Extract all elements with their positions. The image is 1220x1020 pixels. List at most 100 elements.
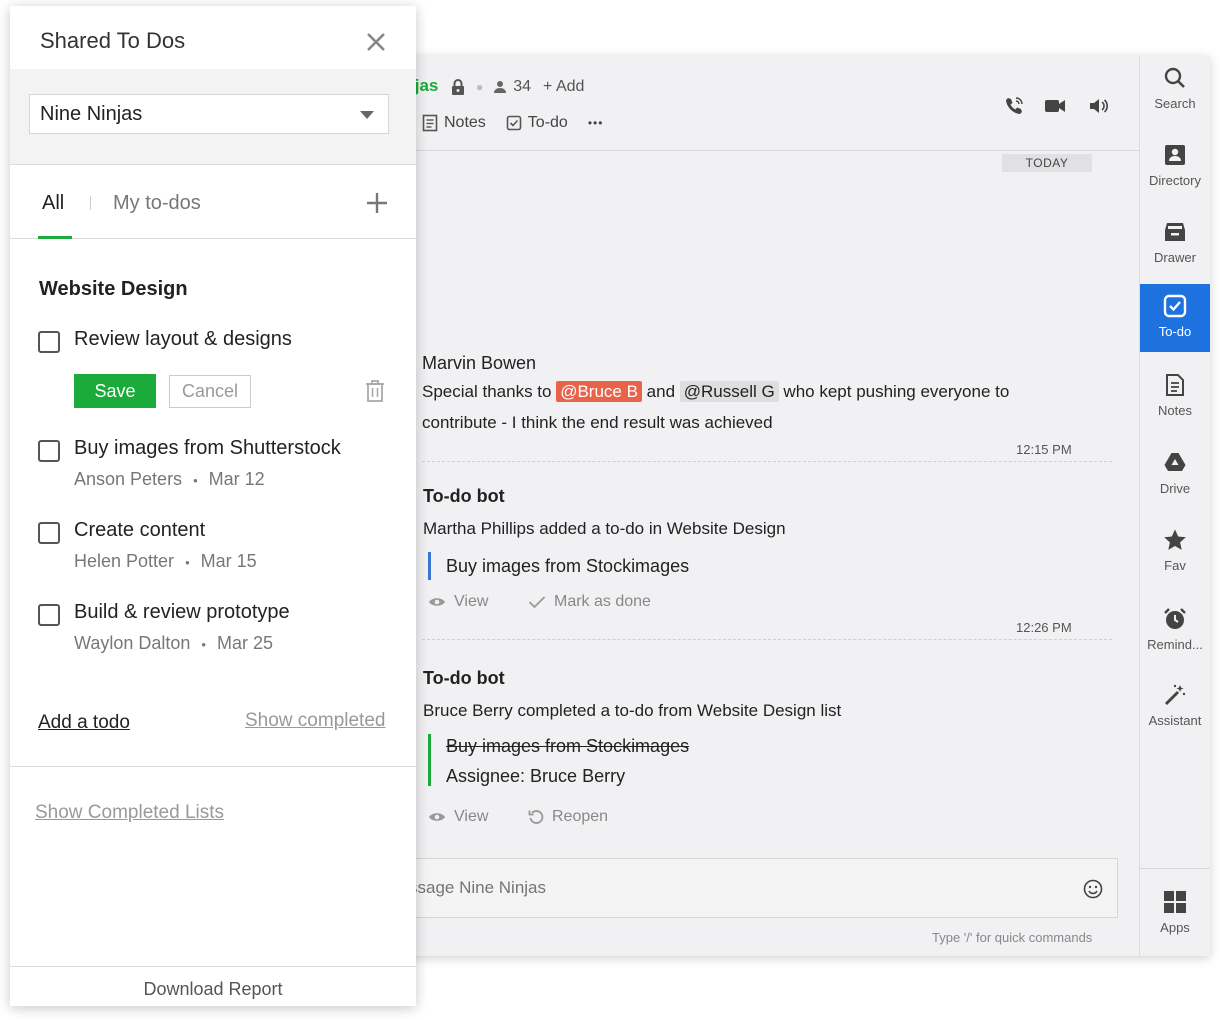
add-member-button[interactable]: + Add: [543, 78, 584, 96]
mention-bruce[interactable]: @Bruce B: [556, 381, 642, 402]
rail-divider: [1140, 868, 1210, 869]
header-divider: [300, 150, 1140, 151]
todo-date: Mar 25: [216, 633, 274, 653]
rail-fav[interactable]: Fav: [1140, 518, 1210, 586]
alarm-icon: [1163, 607, 1187, 631]
todo-title[interactable]: Buy images from Shutterstock: [74, 437, 341, 460]
show-completed-link[interactable]: Show completed: [245, 710, 385, 732]
mark-done-label[interactable]: Mark as done: [554, 593, 651, 611]
rail-search[interactable]: Search: [1140, 56, 1210, 124]
rail-label: Search: [1154, 96, 1196, 111]
reopen-label[interactable]: Reopen: [552, 808, 608, 826]
tab-notes[interactable]: Notes: [444, 114, 486, 132]
todo-date: Mar 15: [200, 551, 257, 571]
todo-date: Mar 12: [208, 469, 265, 489]
speaker-icon[interactable]: [1088, 97, 1108, 115]
panel-title: Shared To Dos: [40, 28, 186, 53]
message-time: 12:26 PM: [1016, 620, 1072, 635]
channel-meta: ● 34 + Add: [450, 78, 584, 96]
rail-label: Apps: [1160, 920, 1190, 935]
channel-tabs: Notes To-do •••: [422, 114, 603, 132]
message-input[interactable]: [401, 859, 1061, 917]
tab-my-todos[interactable]: My to-dos: [113, 192, 201, 215]
rail-label: Assistant: [1148, 713, 1202, 728]
todo-checkbox[interactable]: [38, 331, 60, 353]
close-icon[interactable]: [364, 30, 388, 54]
message-text: Special thanks to: [422, 382, 557, 401]
rail-remind[interactable]: Remind...: [1140, 597, 1210, 665]
rail-notes[interactable]: Notes: [1140, 363, 1210, 431]
view-action[interactable]: View: [428, 593, 488, 611]
completed-todo-quote: Buy images from Stockimages: [446, 736, 690, 756]
mention-russell[interactable]: @Russell G: [679, 381, 779, 402]
rail-drive[interactable]: Drive: [1140, 441, 1210, 509]
channel-select[interactable]: Nine Ninjas: [29, 94, 389, 134]
divider: [10, 766, 416, 767]
drive-icon: [1163, 451, 1187, 475]
cancel-button[interactable]: Cancel: [169, 375, 251, 408]
meta-bullet: •: [185, 555, 190, 570]
rail-directory[interactable]: Directory: [1140, 133, 1210, 201]
section-title: Website Design: [39, 278, 188, 300]
message-author[interactable]: To-do bot: [423, 486, 505, 507]
add-icon[interactable]: [366, 192, 388, 214]
todo-meta: Anson Peters • Mar 12: [74, 469, 265, 490]
todo-title[interactable]: Build & review prototype: [74, 601, 290, 624]
rail-assistant[interactable]: Assistant: [1140, 673, 1210, 741]
message-text: and: [641, 382, 680, 401]
chevron-down-icon: [360, 111, 374, 119]
tab-all[interactable]: All: [42, 192, 64, 215]
todo-checkbox[interactable]: [38, 440, 60, 462]
quote-bar: [428, 552, 431, 580]
view-label[interactable]: View: [454, 808, 488, 826]
todo-assignee: Anson Peters: [74, 469, 183, 489]
rail-todo[interactable]: To-do: [1140, 284, 1210, 352]
right-rail: Search Directory Drawer To-do Notes Driv…: [1139, 56, 1210, 956]
trash-icon[interactable]: [364, 379, 386, 403]
view-action[interactable]: View: [428, 808, 488, 826]
composer-hint: Type '/' for quick commands: [932, 930, 1093, 945]
star-icon: [1163, 528, 1187, 552]
todo-checkbox[interactable]: [38, 604, 60, 626]
tab-todo[interactable]: To-do: [528, 114, 568, 132]
notes-icon: [1163, 373, 1187, 397]
rail-label: Remind...: [1147, 637, 1203, 652]
message-author[interactable]: To-do bot: [423, 668, 505, 689]
apps-icon: [1163, 890, 1187, 914]
check-icon: [528, 595, 546, 609]
view-label[interactable]: View: [454, 593, 488, 611]
panel-header: Shared To Dos: [10, 6, 416, 69]
eye-icon: [428, 811, 446, 823]
eye-icon: [428, 596, 446, 608]
reopen-action[interactable]: Reopen: [528, 808, 608, 826]
message-body: Special thanks to @Bruce B and @Russell …: [422, 376, 1009, 407]
more-icon[interactable]: •••: [588, 116, 604, 130]
message-text: Martha Phillips added a to-do in Website…: [423, 519, 786, 538]
add-todo-link[interactable]: Add a todo: [38, 712, 130, 734]
rail-apps[interactable]: Apps: [1140, 880, 1210, 948]
message-separator: [422, 639, 1112, 640]
todo-checkbox[interactable]: [38, 522, 60, 544]
show-completed-lists-link[interactable]: Show Completed Lists: [35, 802, 224, 824]
meta-bullet: •: [201, 637, 206, 652]
todo-title[interactable]: Create content: [74, 519, 205, 542]
message-composer: [400, 858, 1118, 918]
rail-label: Fav: [1164, 558, 1186, 573]
emoji-icon[interactable]: [1083, 879, 1103, 899]
save-button[interactable]: Save: [74, 374, 156, 408]
rail-label: Notes: [1158, 403, 1192, 418]
todo-icon: [1163, 294, 1187, 318]
todo-assignee: Waylon Dalton: [74, 633, 191, 653]
todo-title[interactable]: Review layout & designs: [74, 328, 292, 351]
video-icon[interactable]: [1044, 98, 1066, 114]
mark-done-action[interactable]: Mark as done: [528, 593, 651, 611]
rail-drawer[interactable]: Drawer: [1140, 210, 1210, 278]
member-count[interactable]: 34: [513, 78, 531, 96]
todo-assignee: Assignee: Bruce Berry: [446, 766, 626, 786]
message-separator: [422, 461, 1112, 462]
download-report-button[interactable]: Download Report: [10, 966, 416, 1006]
rail-label: Drawer: [1154, 250, 1196, 265]
message-author[interactable]: Marvin Bowen: [422, 353, 536, 374]
rail-label: To-do: [1158, 324, 1192, 339]
phone-icon[interactable]: [1004, 96, 1024, 116]
